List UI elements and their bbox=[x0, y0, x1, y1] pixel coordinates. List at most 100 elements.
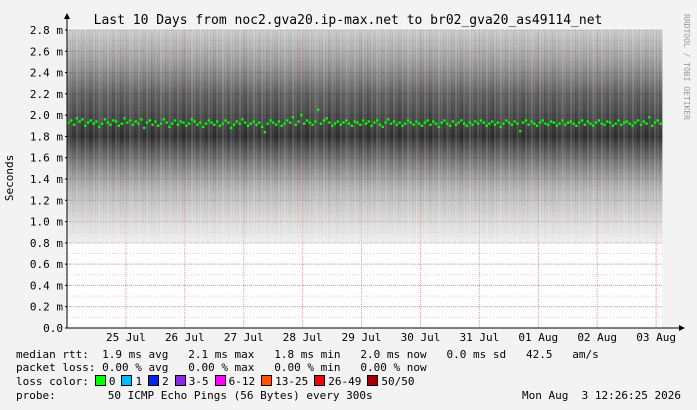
smoke-column bbox=[440, 30, 444, 243]
smoke-column bbox=[518, 30, 523, 243]
x-tick-label: 31 Jul bbox=[460, 331, 500, 344]
smoke-column bbox=[159, 30, 163, 243]
median-label: median rtt: bbox=[16, 348, 89, 361]
smoke-column bbox=[454, 30, 458, 243]
median-point bbox=[325, 117, 328, 120]
smoke-column bbox=[546, 30, 551, 243]
smoke-column bbox=[221, 30, 225, 243]
smoke-column bbox=[280, 30, 284, 243]
smoke-column bbox=[179, 30, 183, 243]
smoke-column bbox=[502, 30, 506, 243]
smoke-column bbox=[384, 30, 388, 243]
legend-loss-color-row: loss color: 0 1 2 3-5 6-12 13-25 26-49 50/50 bbox=[16, 375, 414, 388]
smoke-column bbox=[429, 30, 433, 243]
median-point bbox=[173, 119, 177, 122]
smoke-column bbox=[263, 30, 267, 243]
smoke-column bbox=[198, 30, 203, 243]
rtt-chart: 0.0 0.2 m 0.4 m 0.6 m 0.8 m 1.0 m 1.2 m 1.4 m 1.… bbox=[3, 13, 691, 344]
smoke-column bbox=[330, 30, 335, 243]
median-point bbox=[389, 122, 393, 125]
median-point bbox=[426, 119, 429, 122]
median-point bbox=[165, 121, 168, 124]
smoke-column bbox=[224, 30, 228, 243]
smoke-column bbox=[552, 30, 556, 243]
median-point bbox=[401, 124, 404, 127]
smoke-column bbox=[120, 30, 124, 243]
loss-color-swatch bbox=[148, 375, 160, 386]
smoke-column bbox=[257, 30, 262, 243]
smoke-column bbox=[443, 30, 447, 243]
smoke-column bbox=[389, 30, 393, 243]
smoke-column bbox=[339, 30, 343, 243]
smoke-column bbox=[165, 30, 169, 243]
median-point bbox=[302, 122, 306, 125]
median-point bbox=[454, 123, 457, 126]
median-point bbox=[359, 123, 362, 126]
median-point bbox=[86, 121, 90, 124]
x-tick-label: 25 Jul bbox=[106, 331, 146, 344]
median-point bbox=[510, 123, 514, 126]
smoke-column bbox=[204, 30, 208, 243]
smoke-column bbox=[558, 30, 562, 243]
legend-median-row: median rtt: 1.9 ms avg 2.1 ms max 1.8 ms… bbox=[16, 348, 599, 361]
loss-color-swatch bbox=[214, 375, 226, 386]
median-point bbox=[193, 120, 196, 123]
smoke-column bbox=[544, 30, 548, 243]
median-point bbox=[378, 123, 382, 126]
median-point bbox=[628, 122, 631, 125]
median-point bbox=[566, 121, 570, 124]
median-point bbox=[103, 118, 107, 121]
median-point bbox=[586, 120, 589, 123]
median-point bbox=[210, 121, 213, 124]
median-point bbox=[345, 119, 348, 122]
median-point bbox=[381, 125, 384, 129]
smoke-column bbox=[154, 30, 158, 243]
smoke-column bbox=[462, 30, 466, 243]
median-point bbox=[274, 123, 278, 126]
smoke-column bbox=[510, 30, 514, 243]
median-point bbox=[252, 120, 255, 123]
smoke-column bbox=[591, 30, 596, 243]
smoke-column bbox=[580, 30, 584, 243]
smoke-column bbox=[187, 30, 191, 243]
probe-label: probe: bbox=[16, 389, 56, 402]
median-point bbox=[224, 119, 227, 122]
median-point bbox=[563, 123, 567, 126]
smoke-column bbox=[249, 30, 253, 243]
smoke-column bbox=[459, 30, 464, 243]
smoke-column bbox=[173, 30, 177, 243]
x-axis-arrow bbox=[679, 325, 685, 331]
median-point bbox=[266, 122, 269, 125]
median-point bbox=[72, 123, 76, 126]
loss-color-label-item: 6-12 bbox=[228, 375, 256, 388]
median-point bbox=[201, 125, 205, 129]
rrdtool-watermark: RRDTOOL / TOBI OETIKER bbox=[682, 14, 691, 120]
smoke-column bbox=[603, 30, 607, 243]
smoke-column bbox=[266, 30, 270, 243]
median-point bbox=[423, 121, 427, 124]
smoke-column bbox=[617, 30, 621, 243]
smoke-column bbox=[322, 30, 326, 243]
median-point bbox=[154, 120, 157, 123]
smoke-column bbox=[319, 30, 323, 243]
median-point bbox=[519, 129, 522, 133]
y-tick-label: 1.8 m bbox=[30, 130, 63, 143]
smoke-column bbox=[642, 30, 646, 243]
smoke-column bbox=[504, 30, 509, 243]
median-point bbox=[151, 123, 154, 126]
loss-color-swatch bbox=[94, 375, 106, 386]
median-point bbox=[446, 122, 449, 125]
smoke-column bbox=[100, 30, 104, 243]
smoke-column bbox=[479, 30, 483, 243]
smoke-column bbox=[156, 30, 161, 243]
smoke-column bbox=[75, 30, 79, 243]
median-point bbox=[443, 119, 446, 122]
median-point bbox=[75, 117, 79, 120]
loss-color-label-item: 0 bbox=[108, 375, 116, 388]
smoke-column bbox=[532, 30, 537, 243]
loss-color-swatch bbox=[261, 375, 273, 386]
smoke-column bbox=[392, 30, 396, 243]
median-point bbox=[288, 121, 292, 124]
smoke-column bbox=[633, 30, 638, 243]
median-point bbox=[479, 119, 483, 122]
